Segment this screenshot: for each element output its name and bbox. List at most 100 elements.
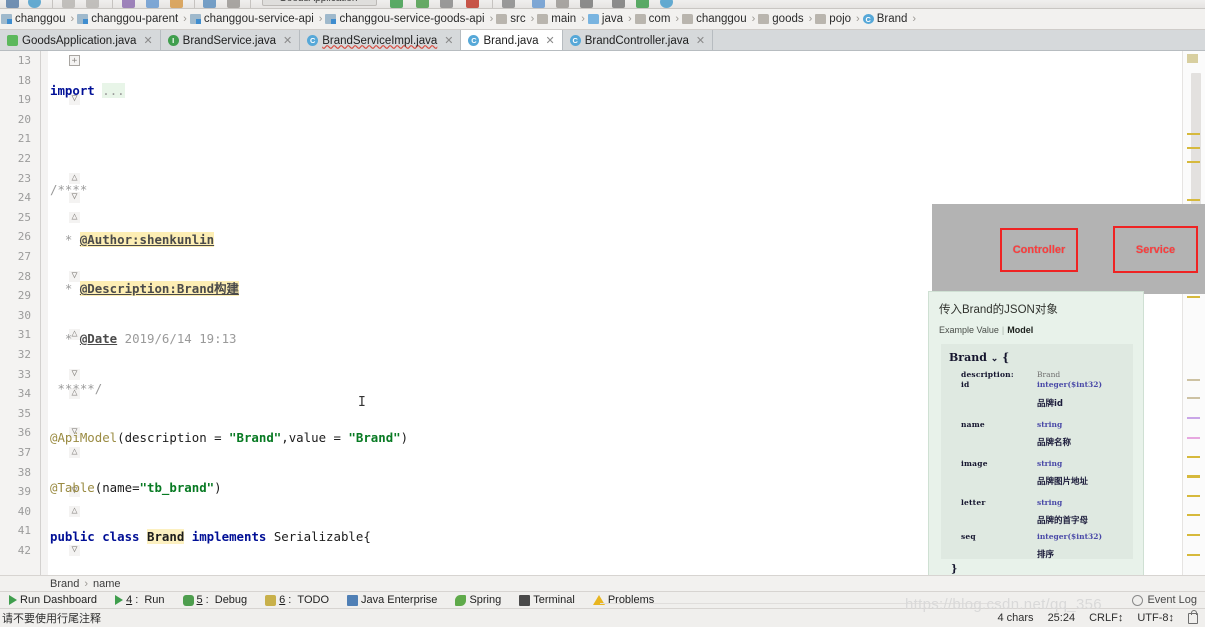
close-icon[interactable]: ✕ bbox=[283, 34, 292, 47]
swagger-tab-example-value[interactable]: Example Value bbox=[939, 325, 999, 335]
tab-goods-application[interactable]: GoodsApplication.java ✕ bbox=[0, 30, 161, 50]
coverage-icon[interactable] bbox=[440, 0, 453, 8]
settings-icon[interactable] bbox=[612, 0, 625, 8]
member-breadcrumb-member[interactable]: name bbox=[93, 578, 121, 590]
tool-window-terminal[interactable]: Terminal bbox=[510, 591, 584, 609]
read-only-lock-icon[interactable] bbox=[1188, 609, 1198, 624]
tab-brand-controller[interactable]: C BrandController.java ✕ bbox=[563, 30, 714, 50]
member-breadcrumb-class[interactable]: Brand bbox=[50, 578, 79, 590]
tool-window-debug[interactable]: 5: Debug bbox=[174, 591, 257, 609]
run-button-icon[interactable] bbox=[390, 0, 403, 8]
code-line[interactable]: import ... bbox=[48, 81, 1183, 101]
swagger-field-desc: 排序 bbox=[1037, 550, 1055, 560]
code-line[interactable] bbox=[48, 131, 1183, 151]
close-icon[interactable]: ✕ bbox=[696, 34, 705, 47]
breadcrumb-item-pojo[interactable]: pojo bbox=[814, 9, 854, 29]
tool-window-problems[interactable]: Problems bbox=[584, 591, 663, 609]
open-icon[interactable] bbox=[6, 0, 19, 8]
marker-changed[interactable] bbox=[1187, 437, 1200, 439]
marker-warning[interactable] bbox=[1187, 514, 1200, 516]
marker-warning[interactable] bbox=[1187, 456, 1200, 458]
breadcrumb-item-com[interactable]: com bbox=[634, 9, 674, 29]
breadcrumb-item-java[interactable]: java bbox=[587, 9, 626, 29]
tab-brand[interactable]: C Brand.java ✕ bbox=[461, 30, 563, 50]
sync-icon[interactable] bbox=[28, 0, 41, 8]
maven-icon[interactable] bbox=[636, 0, 649, 8]
breadcrumb-item-changgou-service-api[interactable]: changgou-service-api bbox=[189, 9, 317, 29]
code-line[interactable]: /**** bbox=[48, 180, 1183, 200]
breadcrumb-label: changgou bbox=[696, 13, 747, 25]
swagger-tab-model[interactable]: Model bbox=[1007, 325, 1033, 335]
marker-info[interactable] bbox=[1187, 397, 1200, 399]
status-caret-position[interactable]: 25:24 bbox=[1048, 612, 1076, 624]
swagger-panel-title: 传入Brand的JSON对象 bbox=[939, 304, 1058, 316]
undo-icon[interactable] bbox=[203, 0, 216, 8]
status-encoding[interactable]: UTF-8↕ bbox=[1137, 612, 1174, 624]
breadcrumb-item-goods[interactable]: goods bbox=[757, 9, 806, 29]
swagger-model-header[interactable]: Brand ⌄ { bbox=[949, 351, 1125, 364]
line-number-gutter[interactable]: 13 18 19 20 21 22 23 24 25 26 27 28 29 30 31 32 33 34 35 36… bbox=[0, 51, 34, 575]
marker-changed[interactable] bbox=[1187, 417, 1200, 419]
marker-warning[interactable] bbox=[1187, 133, 1200, 135]
tool-window-todo[interactable]: 6: TODO bbox=[256, 591, 338, 609]
marker-warning[interactable] bbox=[1187, 554, 1200, 556]
swagger-view-tabs[interactable]: Example Value | Model bbox=[939, 325, 1133, 335]
breadcrumb-item-changgou-pkg[interactable]: changgou bbox=[681, 9, 750, 29]
back-icon[interactable] bbox=[62, 0, 75, 8]
editor-tab-bar[interactable]: GoodsApplication.java ✕ I BrandService.j… bbox=[0, 30, 1205, 51]
tool-window-java-enterprise[interactable]: Java Enterprise bbox=[338, 591, 446, 609]
editor-marker-strip[interactable] bbox=[1182, 51, 1205, 575]
line-number: 29 bbox=[17, 289, 31, 303]
breadcrumb-separator-icon: › bbox=[70, 13, 75, 25]
tool-window-spring[interactable]: Spring bbox=[446, 591, 510, 609]
forward-icon[interactable] bbox=[86, 0, 99, 8]
cut-icon[interactable] bbox=[122, 0, 135, 8]
tool-window-run-dashboard[interactable]: Run Dashboard bbox=[0, 591, 106, 609]
marker-warning[interactable] bbox=[1187, 199, 1200, 201]
redo-icon[interactable] bbox=[227, 0, 240, 8]
tab-brand-service-impl[interactable]: C BrandServiceImpl.java ✕ bbox=[300, 30, 462, 50]
copy-icon[interactable] bbox=[146, 0, 159, 8]
history-icon[interactable] bbox=[556, 0, 569, 8]
member-breadcrumb[interactable]: Brand › name bbox=[0, 575, 1205, 591]
marker-warning[interactable] bbox=[1187, 296, 1200, 298]
breadcrumb-item-src[interactable]: src bbox=[495, 9, 528, 29]
line-number: 25 bbox=[17, 210, 31, 224]
breadcrumb-item-changgou-parent[interactable]: changgou-parent bbox=[76, 9, 181, 29]
debug-button-icon[interactable] bbox=[416, 0, 429, 8]
commit-icon[interactable] bbox=[532, 0, 545, 8]
marker-warning[interactable] bbox=[1187, 534, 1200, 536]
marker-warning[interactable] bbox=[1187, 495, 1200, 497]
chevron-down-icon[interactable]: ⌄ bbox=[991, 354, 999, 364]
event-log-button[interactable]: Event Log bbox=[1132, 594, 1205, 606]
close-icon[interactable]: ✕ bbox=[143, 34, 152, 47]
update-project-icon[interactable] bbox=[502, 0, 515, 8]
stop-icon[interactable] bbox=[466, 0, 479, 8]
tool-window-bar[interactable]: Run Dashboard 4: Run 5: Debug 6: TODO Ja… bbox=[0, 591, 1205, 609]
fold-gutter[interactable]: + ▽ △ ▽ △ ▽ △ ▽ △ ▽ △ ▽ △ ▽ bbox=[34, 51, 80, 575]
annotation-controller-box: Controller bbox=[1000, 228, 1078, 272]
marker-warning[interactable] bbox=[1187, 147, 1200, 149]
breadcrumb-item-changgou[interactable]: changgou bbox=[0, 9, 69, 29]
navigation-breadcrumb[interactable]: changgou › changgou-parent › changgou-se… bbox=[0, 9, 1205, 30]
marker-warning[interactable] bbox=[1187, 475, 1200, 478]
module-icon bbox=[325, 14, 337, 24]
revert-icon[interactable] bbox=[580, 0, 593, 8]
close-icon[interactable]: ✕ bbox=[444, 34, 453, 47]
breadcrumb-item-brand[interactable]: C Brand bbox=[862, 9, 911, 29]
mouse-cursor-ibeam: I bbox=[358, 395, 366, 410]
close-icon[interactable]: ✕ bbox=[545, 34, 554, 47]
spring-boot-icon bbox=[7, 35, 18, 46]
status-line-separator[interactable]: CRLF↕ bbox=[1089, 612, 1123, 624]
search-everywhere-icon[interactable] bbox=[660, 0, 673, 8]
breadcrumb-item-changgou-service-goods-api[interactable]: changgou-service-goods-api bbox=[324, 9, 487, 29]
marker-warning[interactable] bbox=[1187, 54, 1198, 63]
run-configuration-selector[interactable]: GoodsApplication bbox=[262, 0, 377, 6]
breadcrumb-item-main[interactable]: main bbox=[536, 9, 579, 29]
tool-window-run[interactable]: 4: Run bbox=[106, 591, 173, 609]
tab-brand-service[interactable]: I BrandService.java ✕ bbox=[161, 30, 301, 50]
marker-info[interactable] bbox=[1187, 379, 1200, 381]
marker-warning[interactable] bbox=[1187, 161, 1200, 163]
main-toolbar[interactable]: GoodsApplication bbox=[0, 0, 1205, 9]
paste-icon[interactable] bbox=[170, 0, 183, 8]
